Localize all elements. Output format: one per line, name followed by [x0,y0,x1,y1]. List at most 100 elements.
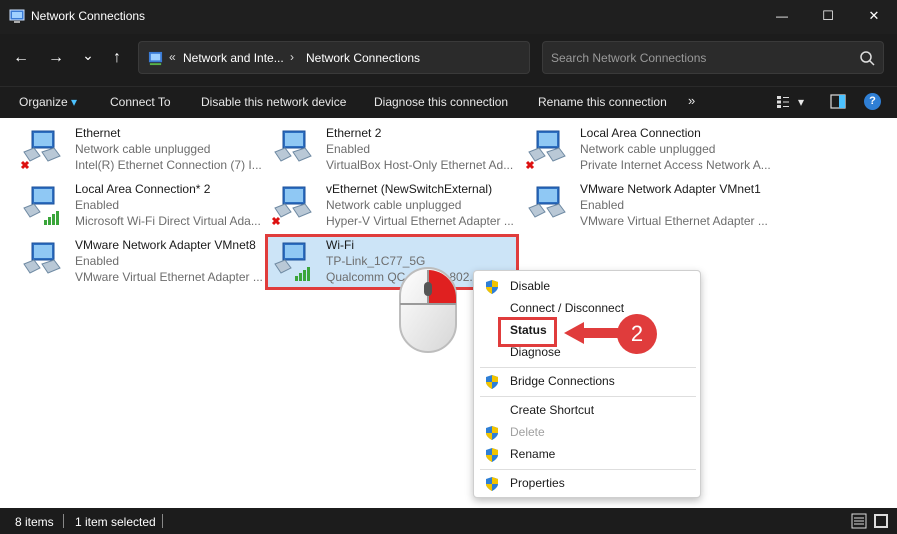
item-count: 8 items [15,515,54,529]
menu-separator [480,367,696,368]
menu-item-label: Rename [510,447,556,461]
menu-item-bridge-connections[interactable]: Bridge Connections [474,371,700,393]
maximize-button[interactable]: ☐ [805,0,851,32]
forward-button[interactable]: → [45,47,67,69]
connection-device-prefix: Qualcomm QC [326,270,406,284]
search-icon [860,51,875,66]
menu-item-label: Properties [510,476,565,490]
connect-to-button[interactable]: Connect To [110,95,171,109]
connection-device: VMware Virtual Ethernet Adapter ... [580,214,768,228]
connection-status: Enabled [75,254,120,268]
forward-arrow-icon: → [48,49,64,66]
connection-item-vethernet[interactable]: vEthernet (NewSwitchExternal) Network ca… [271,182,521,234]
wifi-adapter-icon [23,186,59,225]
connection-name: Ethernet 2 [326,126,382,140]
menu-item-create-shortcut[interactable]: Create Shortcut [474,400,700,422]
maximize-icon: ☐ [822,8,834,23]
connection-item-ethernet[interactable]: Ethernet Network cable unplugged Intel(R… [20,126,270,178]
ethernet-adapter-icon [271,186,312,226]
status-highlight-box [498,317,557,347]
connection-status: Network cable unplugged [75,142,211,156]
details-view-icon[interactable] [851,513,867,529]
uac-shield-icon [486,280,498,294]
uac-shield-icon [486,375,498,389]
wifi-adapter-icon [274,242,310,281]
address-bar[interactable]: « Network and Inte... › Network Connecti… [138,41,530,74]
up-button[interactable]: ↑ [106,47,128,69]
menu-item-rename[interactable]: Rename [474,444,700,466]
connection-name: Wi-Fi [326,238,354,252]
menu-item-disable[interactable]: Disable [474,276,700,298]
connection-item-ethernet-2[interactable]: Ethernet 2 Enabled VirtualBox Host-Only … [271,126,521,178]
connection-device: Intel(R) Ethernet Connection (7) I... [75,158,262,172]
menu-separator [480,396,696,397]
menu-separator [480,469,696,470]
ethernet-adapter-icon [528,186,566,218]
chevron-down-icon: ⌄ [82,46,94,63]
menu-item-properties[interactable]: Properties [474,473,700,495]
ethernet-adapter-icon [525,130,566,170]
control-panel-icon [148,51,163,66]
menu-item-label: Create Shortcut [510,403,595,417]
menu-item-label: Delete [510,425,545,439]
connection-name: VMware Network Adapter VMnet8 [75,238,256,252]
up-arrow-icon: ↑ [113,49,121,66]
help-icon: ? [869,95,876,107]
breadcrumb-overflow[interactable]: « [169,50,176,64]
organize-button[interactable]: Organize ▾ [19,95,77,109]
minimize-button[interactable]: — [759,0,805,32]
ethernet-adapter-icon [20,130,61,170]
connection-item-local-area-connection[interactable]: Local Area Connection Network cable unpl… [525,126,775,178]
diagnose-connection-button[interactable]: Diagnose this connection [374,95,508,109]
connection-item-vmnet8[interactable]: VMware Network Adapter VMnet8 Enabled VM… [20,238,270,290]
back-arrow-icon: ← [13,49,29,66]
view-options-dropdown[interactable]: ▾ [798,95,804,109]
help-button[interactable]: ? [864,93,881,110]
breadcrumb-separator: › [290,50,294,64]
uac-shield-icon [486,477,498,491]
connection-item-local-area-connection-2[interactable]: Local Area Connection* 2 Enabled Microso… [20,182,270,234]
uac-shield-icon [486,426,498,440]
uac-shield-icon [486,448,498,462]
menu-item-delete: Delete [474,422,700,444]
menu-item-label: Disable [510,279,551,293]
connection-device: Hyper-V Virtual Ethernet Adapter ... [326,214,514,228]
context-menu: Disable Connect / Disconnect Status Diag… [473,270,701,498]
recent-locations-button[interactable]: ⌄ [77,47,99,69]
annotation-arrow-icon [564,322,624,344]
search-box[interactable] [542,41,884,74]
menu-item-label: Diagnose [510,345,561,359]
search-input[interactable] [551,48,851,68]
view-options-icon[interactable] [776,95,790,109]
menu-item-label: Bridge Connections [510,374,615,388]
preview-pane-icon[interactable] [830,94,846,109]
connection-device: VirtualBox Host-Only Ethernet Ad... [326,158,514,172]
connection-name: Ethernet [75,126,121,140]
close-button[interactable]: ✕ [851,0,897,32]
connection-status: Network cable unplugged [326,198,462,212]
chevron-down-icon: ▾ [71,95,78,109]
selection-count: 1 item selected [75,515,156,529]
disable-device-button[interactable]: Disable this network device [201,95,346,109]
large-icons-view-icon[interactable] [873,513,889,529]
connection-device: VMware Virtual Ethernet Adapter ... [75,270,263,284]
ethernet-adapter-icon [274,130,312,162]
status-bar: 8 items 1 item selected [0,508,897,534]
connection-name: vEthernet (NewSwitchExternal) [326,182,493,196]
connection-device: Private Internet Access Network A... [580,158,771,172]
status-separator [63,514,64,528]
connection-item-vmnet1[interactable]: VMware Network Adapter VMnet1 Enabled VM… [525,182,775,234]
navigation-bar: ← → ⌄ ↑ « Network and Inte... › Network … [0,34,897,82]
connection-device: Microsoft Wi-Fi Direct Virtual Ada... [75,214,261,228]
mouse-right-click-icon [399,267,457,353]
connection-name: VMware Network Adapter VMnet1 [580,182,761,196]
breadcrumb-network-and-internet[interactable]: Network and Inte... [183,51,284,65]
more-commands-button[interactable]: » [688,93,695,108]
connection-status: Enabled [75,198,120,212]
connection-status: Enabled [580,198,625,212]
back-button[interactable]: ← [10,47,32,69]
connection-name: Local Area Connection [580,126,701,140]
rename-connection-button[interactable]: Rename this connection [538,95,667,109]
connection-name: Local Area Connection* 2 [75,182,211,196]
breadcrumb-network-connections[interactable]: Network Connections [306,51,420,65]
